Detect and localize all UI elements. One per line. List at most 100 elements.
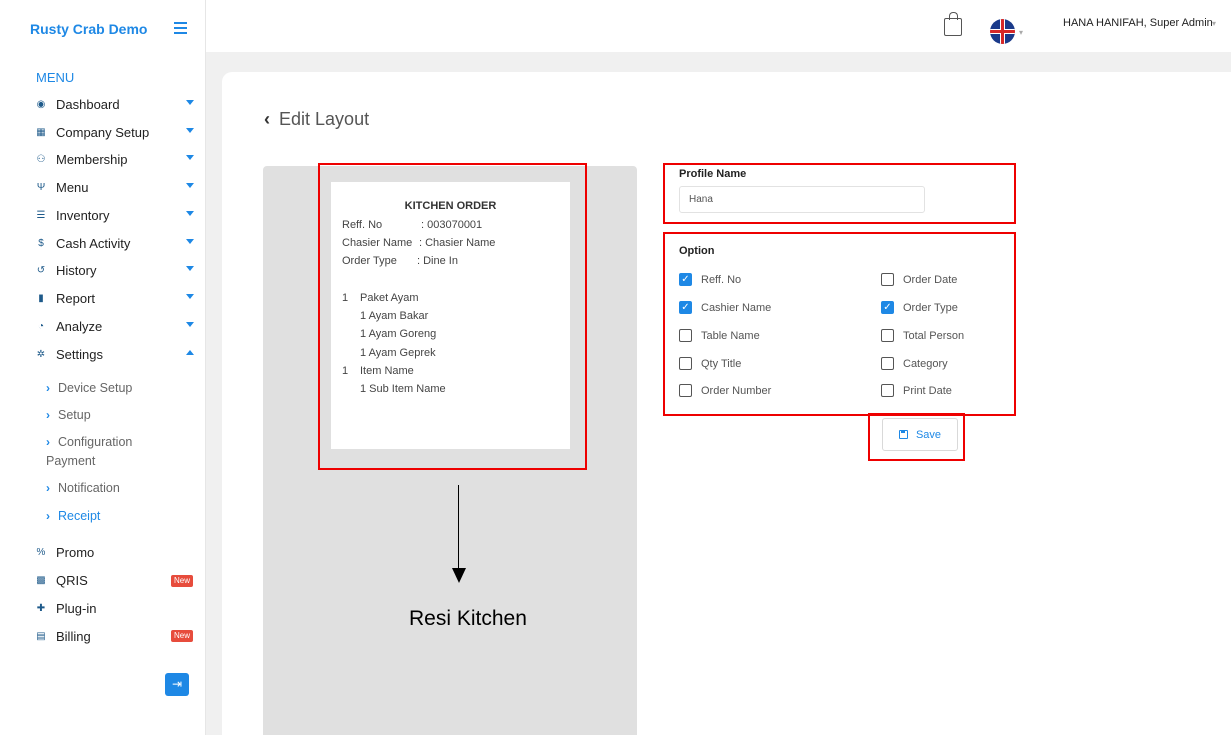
gear-icon: ✲ — [36, 348, 46, 360]
sidebar-item-label: Cash Activity — [56, 235, 131, 251]
chevron-right-icon: › — [46, 509, 50, 523]
uk-flag-icon[interactable] — [990, 19, 1015, 44]
chevron-right-icon: › — [46, 435, 50, 449]
save-button[interactable]: Save — [882, 418, 958, 451]
chevron-down-icon — [186, 211, 194, 216]
dashboard-icon: ◉ — [36, 98, 46, 110]
chevron-down-icon — [186, 266, 194, 271]
sidebar-item-label: Report — [56, 290, 96, 306]
option-order-date[interactable]: Order Date — [881, 273, 957, 286]
option-category[interactable]: Category — [881, 357, 948, 370]
sidebar-item-label: History — [56, 262, 97, 278]
sidebar-item-settings[interactable]: ✲ Settings — [34, 344, 194, 364]
option-total-person[interactable]: Total Person — [881, 329, 964, 342]
submenu-configuration-payment-cont[interactable]: Payment — [46, 452, 95, 471]
page-title[interactable]: ‹ Edit Layout — [264, 109, 369, 130]
checkbox-unchecked[interactable] — [881, 357, 894, 370]
option-reff-no[interactable]: ✓ Reff. No — [679, 273, 741, 286]
submenu-device-setup[interactable]: › Device Setup — [46, 379, 132, 398]
list-icon: ☰ — [36, 209, 46, 221]
sidebar-item-label: Menu — [56, 179, 89, 195]
sidebar-item-dashboard[interactable]: ◉ Dashboard — [34, 94, 194, 114]
checkbox-unchecked[interactable] — [679, 357, 692, 370]
sidebar-item-cash-activity[interactable]: $ Cash Activity — [34, 233, 194, 253]
arrow-down-icon — [452, 568, 466, 583]
profile-name-label: Profile Name — [679, 168, 747, 180]
sidebar-item-promo[interactable]: % Promo — [34, 542, 194, 562]
submenu-setup[interactable]: › Setup — [46, 406, 91, 425]
profile-name-input[interactable]: Hana — [679, 186, 925, 213]
chevron-down-icon[interactable]: ▾ — [1212, 19, 1216, 28]
option-order-type[interactable]: ✓ Order Type — [881, 301, 958, 314]
shopping-bag-icon[interactable] — [944, 12, 962, 36]
checkbox-unchecked[interactable] — [679, 384, 692, 397]
logout-button[interactable]: ⇥ — [165, 673, 189, 696]
checkbox-checked[interactable]: ✓ — [679, 273, 692, 286]
percent-icon: % — [36, 546, 46, 558]
sidebar-item-company-setup[interactable]: ▦ Company Setup — [34, 122, 194, 142]
sidebar-item-label: Membership — [56, 151, 128, 167]
sidebar-item-label: Plug-in — [56, 600, 97, 616]
history-icon: ↺ — [36, 264, 46, 276]
receipt-highlight-box — [318, 163, 587, 470]
pie-chart-icon: ◔ — [37, 320, 45, 332]
back-chevron-icon[interactable]: ‹ — [264, 109, 270, 129]
sidebar-item-inventory[interactable]: ☰ Inventory — [34, 205, 194, 225]
option-print-date[interactable]: Print Date — [881, 384, 952, 397]
user-menu[interactable]: HANA HANIFAH, Super Admin — [1063, 17, 1213, 29]
chevron-right-icon: › — [46, 381, 50, 395]
sidebar-item-label: Promo — [56, 544, 95, 560]
chevron-down-icon — [186, 322, 194, 327]
sidebar-item-qris[interactable]: ▩ QRIS — [34, 570, 194, 590]
topbar: ▾ HANA HANIFAH, Super Admin ▾ — [206, 0, 1231, 52]
chevron-down-icon — [186, 239, 194, 244]
building-icon: ▦ — [36, 126, 46, 138]
sidebar-item-analyze[interactable]: ◔ Analyze — [34, 316, 194, 336]
checkbox-unchecked[interactable] — [881, 384, 894, 397]
submenu-receipt[interactable]: › Receipt — [46, 507, 100, 526]
option-order-number[interactable]: Order Number — [679, 384, 771, 397]
sidebar-item-label: QRIS — [56, 572, 88, 588]
menu-heading: MENU — [36, 70, 75, 85]
checkbox-unchecked[interactable] — [881, 273, 894, 286]
file-icon: ▮ — [38, 292, 44, 304]
chevron-down-icon — [186, 128, 194, 133]
sidebar-item-menu[interactable]: Ψ Menu — [34, 177, 194, 197]
checkbox-unchecked[interactable] — [679, 329, 692, 342]
invoice-icon: ▤ — [36, 630, 46, 642]
submenu-configuration-payment[interactable]: › Configuration — [46, 433, 186, 452]
sidebar-item-label: Company Setup — [56, 124, 150, 140]
checkbox-checked[interactable]: ✓ — [881, 301, 894, 314]
sidebar-item-billing[interactable]: ▤ Billing — [34, 626, 194, 646]
option-cashier-name[interactable]: ✓ Cashier Name — [679, 301, 771, 314]
sidebar-item-plugin[interactable]: ✚ Plug-in — [34, 598, 194, 618]
dollar-icon: $ — [38, 237, 44, 249]
option-qty-title[interactable]: Qty Title — [679, 357, 741, 370]
chevron-down-icon[interactable]: ▾ — [1019, 28, 1023, 37]
puzzle-icon: ✚ — [36, 602, 46, 614]
brand-name[interactable]: Rusty Crab Demo — [30, 21, 147, 37]
users-icon: ⚇ — [36, 153, 46, 165]
submenu-notification[interactable]: › Notification — [46, 479, 120, 498]
sidebar-item-label: Dashboard — [56, 96, 120, 112]
sidebar-item-label: Analyze — [56, 318, 103, 334]
sidebar-item-history[interactable]: ↺ History — [34, 260, 194, 280]
chevron-down-icon — [186, 100, 194, 105]
chevron-right-icon: › — [46, 481, 50, 495]
checkbox-checked[interactable]: ✓ — [679, 301, 692, 314]
chevron-down-icon — [186, 294, 194, 299]
chevron-down-icon — [186, 155, 194, 160]
option-label: Option — [679, 245, 715, 257]
hamburger-icon[interactable] — [174, 22, 187, 34]
sign-out-icon: ⇥ — [171, 677, 183, 691]
chevron-up-icon — [186, 350, 194, 355]
qr-icon: ▩ — [36, 574, 46, 586]
new-badge: New — [171, 575, 193, 587]
option-table-name[interactable]: Table Name — [679, 329, 760, 342]
checkbox-unchecked[interactable] — [881, 329, 894, 342]
sidebar-item-label: Inventory — [56, 207, 110, 223]
annotation-arrow — [458, 485, 459, 569]
sidebar-item-membership[interactable]: ⚇ Membership — [34, 149, 194, 169]
sidebar-item-label: Billing — [56, 628, 91, 644]
sidebar-item-report[interactable]: ▮ Report — [34, 288, 194, 308]
